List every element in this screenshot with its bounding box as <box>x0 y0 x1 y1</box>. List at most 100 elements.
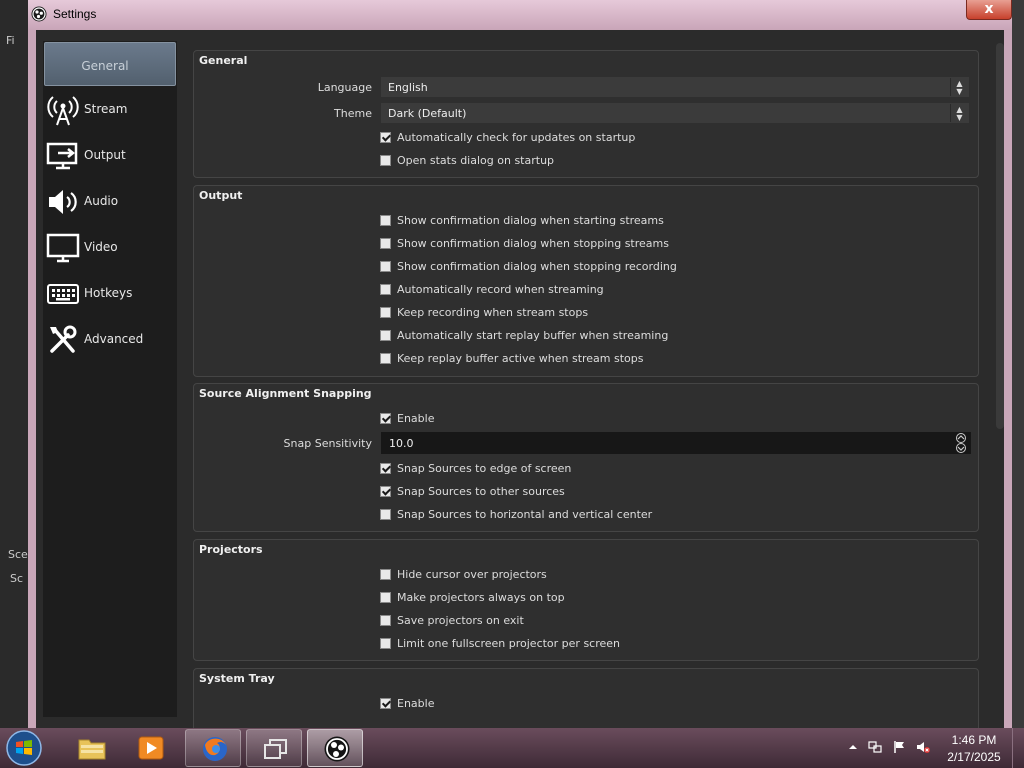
checkbox-box <box>380 592 391 603</box>
snap-sensitivity-label: Snap Sensitivity <box>283 437 372 450</box>
snap-sensitivity-spinbox[interactable]: 10.0 <box>381 432 971 454</box>
snapping-group: Source Alignment Snapping Enable Snap Se… <box>193 383 979 532</box>
checkbox-box <box>380 330 391 341</box>
settings-client: General Stream Output Audio Video Hotkey… <box>36 30 1004 731</box>
close-button[interactable]: x <box>966 0 1012 20</box>
taskbar-file-explorer[interactable] <box>63 729 119 767</box>
sidebar-item-label: Advanced <box>84 332 144 346</box>
output-group: Output Show confirmation dialog when sta… <box>193 185 979 377</box>
volume-muted-icon[interactable] <box>916 740 930 754</box>
close-icon: x <box>984 1 994 17</box>
updown-arrow-icon: ▲ ▼ <box>950 78 968 96</box>
taskbar-firefox[interactable] <box>185 729 241 767</box>
show-desktop-button[interactable] <box>1012 728 1024 768</box>
taskbar-media-player[interactable] <box>122 729 178 767</box>
checkbox-box <box>380 486 391 497</box>
tools-icon <box>50 325 77 353</box>
checkbox-label: Show confirmation dialog when starting s… <box>397 214 664 227</box>
sidebar-item-advanced[interactable]: Advanced <box>43 317 177 363</box>
checkbox-label: Enable <box>397 697 435 710</box>
group-title: Projectors <box>199 543 263 556</box>
sidebar-item-label: Video <box>84 240 118 254</box>
checkbox-box <box>380 261 391 272</box>
taskbar: 1:46 PM 2/17/2025 <box>0 728 1024 768</box>
vertical-scrollbar[interactable] <box>995 43 1004 731</box>
language-value: English <box>388 81 428 94</box>
keyboard-icon <box>47 284 79 304</box>
sidebar-item-audio[interactable]: Audio <box>43 179 177 225</box>
checkbox-box <box>380 307 391 318</box>
network-icon[interactable] <box>868 740 882 754</box>
sidebar-item-label: General <box>81 59 129 73</box>
checkbox-box <box>380 698 391 709</box>
taskbar-obs[interactable] <box>307 729 363 767</box>
general-group: General Language English ▲ ▼ Theme Dark (… <box>193 50 979 178</box>
taskbar-task-view[interactable] <box>246 729 302 767</box>
windows-start-icon[interactable] <box>4 729 44 767</box>
media-player-icon <box>138 736 164 760</box>
settings-content: General Language English ▲ ▼ Theme Dark (… <box>193 43 987 728</box>
output-monitor-icon <box>46 142 78 170</box>
checkbox-label: Make projectors always on top <box>397 591 565 604</box>
checkbox-box <box>380 155 391 166</box>
firefox-icon <box>203 737 227 761</box>
checkbox-label: Automatically check for updates on start… <box>397 131 636 144</box>
settings-sidebar: General Stream Output Audio Video Hotkey… <box>43 41 177 717</box>
speaker-icon <box>49 190 77 214</box>
checkbox-label: Keep recording when stream stops <box>397 306 589 319</box>
checkbox-label: Keep replay buffer active when stream st… <box>397 352 644 365</box>
sidebar-item-label: Stream <box>84 102 128 116</box>
checkbox-box <box>380 638 391 649</box>
clock-time[interactable]: 1:46 PM <box>946 733 1002 747</box>
language-select[interactable]: English ▲ ▼ <box>381 77 969 97</box>
background-dock-title: Sce <box>8 548 28 561</box>
sidebar-item-label: Hotkeys <box>84 286 133 300</box>
checkbox-label: Automatically start replay buffer when s… <box>397 329 669 342</box>
system-tray-group: System Tray Enable <box>193 668 979 728</box>
group-title: Source Alignment Snapping <box>199 387 372 400</box>
sidebar-item-label: Output <box>84 148 126 162</box>
checkbox-label: Snap Sources to other sources <box>397 485 565 498</box>
sidebar-item-video[interactable]: Video <box>43 225 177 271</box>
spin-arrows-icon[interactable] <box>953 433 969 453</box>
group-title: System Tray <box>199 672 275 685</box>
sidebar-item-hotkeys[interactable]: Hotkeys <box>43 271 177 317</box>
sidebar-item-label: Audio <box>84 194 119 208</box>
theme-select[interactable]: Dark (Default) ▲ ▼ <box>381 103 969 123</box>
checkbox-label: Show confirmation dialog when stopping s… <box>397 237 669 250</box>
language-label: Language <box>317 81 372 94</box>
title-bar[interactable]: Settings x <box>28 0 1012 30</box>
background-dock-item: Sc <box>10 572 24 585</box>
checkbox-label: Show confirmation dialog when stopping r… <box>397 260 677 273</box>
clock-date[interactable]: 2/17/2025 <box>942 750 1006 764</box>
show-hidden-icons-icon[interactable] <box>846 740 860 754</box>
checkbox-label: Snap Sources to edge of screen <box>397 462 572 475</box>
checkbox-box <box>380 413 391 424</box>
sidebar-item-stream[interactable]: Stream <box>43 87 177 133</box>
action-center-flag-icon[interactable] <box>892 740 906 754</box>
checkbox-box <box>380 132 391 143</box>
checkbox-box <box>380 238 391 249</box>
projectors-group: Projectors Hide cursor over projectors M… <box>193 539 979 661</box>
group-title: General <box>199 54 248 67</box>
theme-value: Dark (Default) <box>388 107 467 120</box>
monitor-icon <box>46 233 80 263</box>
checkbox-box <box>380 615 391 626</box>
scrollbar-thumb[interactable] <box>996 43 1004 429</box>
checkbox-label: Save projectors on exit <box>397 614 524 627</box>
broadcast-tower-icon <box>47 96 79 126</box>
sidebar-item-output[interactable]: Output <box>43 133 177 179</box>
checkbox-label: Enable <box>397 412 435 425</box>
snap-sensitivity-value: 10.0 <box>389 437 414 450</box>
background-menu-fragment: Fi <box>6 34 15 47</box>
checkbox-box <box>380 463 391 474</box>
checkbox-label: Snap Sources to horizontal and vertical … <box>397 508 653 521</box>
updown-arrow-icon: ▲ ▼ <box>950 104 968 122</box>
obs-icon <box>31 6 47 22</box>
sidebar-item-general[interactable]: General <box>44 42 176 86</box>
checkbox-label: Open stats dialog on startup <box>397 154 555 167</box>
obs-icon <box>324 736 350 762</box>
checkbox-box <box>380 284 391 295</box>
task-view-icon <box>264 739 287 759</box>
checkbox-label: Automatically record when streaming <box>397 283 604 296</box>
